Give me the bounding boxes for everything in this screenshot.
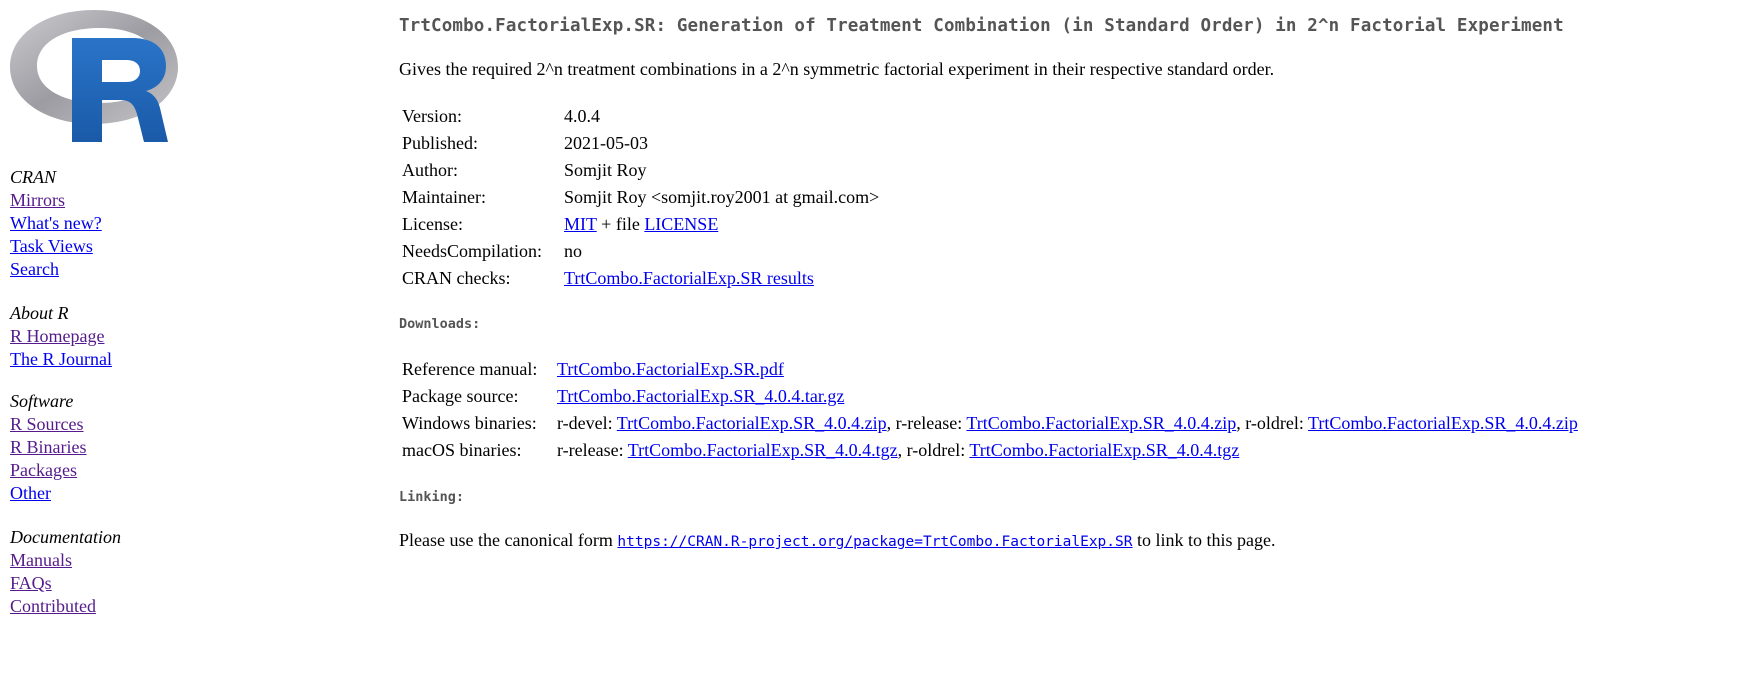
license-mit-link[interactable]: MIT bbox=[564, 214, 597, 234]
windows-release-link[interactable]: TrtCombo.FactorialExp.SR_4.0.4.zip bbox=[966, 413, 1236, 433]
sidebar-heading-documentation: Documentation bbox=[10, 527, 121, 547]
download-row-windows-binaries: Windows binaries: r-devel: TrtCombo.Fact… bbox=[402, 410, 1578, 437]
linking-suffix: to link to this page. bbox=[1132, 530, 1276, 550]
license-mid-text: + file bbox=[596, 214, 645, 234]
license-label: License: bbox=[402, 214, 463, 234]
macos-binaries-label: macOS binaries: bbox=[402, 440, 522, 460]
linking-text: Please use the canonical form https://CR… bbox=[399, 530, 1275, 551]
meta-row-cran-checks: CRAN checks: TrtCombo.FactorialExp.SR re… bbox=[402, 265, 879, 292]
sidebar-heading-about: About R bbox=[10, 303, 69, 323]
sidebar-group-cran: CRAN Mirrors What's new? Task Views Sear… bbox=[10, 166, 102, 281]
cran-checks-label: CRAN checks: bbox=[402, 268, 511, 288]
package-source-label: Package source: bbox=[402, 386, 519, 406]
reference-manual-label: Reference manual: bbox=[402, 359, 538, 379]
sidebar-link-mirrors[interactable]: Mirrors bbox=[10, 189, 102, 212]
sidebar-link-whats-new[interactable]: What's new? bbox=[10, 212, 102, 235]
license-file-link[interactable]: LICENSE bbox=[644, 214, 718, 234]
package-source-value: TrtCombo.FactorialExp.SR_4.0.4.tar.gz bbox=[557, 383, 1578, 410]
windows-oldrel-prefix: , r-oldrel: bbox=[1236, 413, 1309, 433]
sidebar-link-other[interactable]: Other bbox=[10, 482, 87, 505]
needs-compilation-label: NeedsCompilation: bbox=[402, 241, 542, 261]
download-row-macos-binaries: macOS binaries: r-release: TrtCombo.Fact… bbox=[402, 437, 1578, 464]
sidebar-link-r-sources[interactable]: R Sources bbox=[10, 413, 87, 436]
sidebar-link-r-binaries[interactable]: R Binaries bbox=[10, 436, 87, 459]
downloads-table: Reference manual: TrtCombo.FactorialExp.… bbox=[402, 356, 1578, 464]
sidebar-link-search[interactable]: Search bbox=[10, 258, 102, 281]
author-value: Somjit Roy bbox=[564, 160, 647, 180]
windows-binaries-label: Windows binaries: bbox=[402, 413, 537, 433]
package-metadata-table: Version: 4.0.4 Published: 2021-05-03 Aut… bbox=[402, 103, 879, 292]
sidebar-link-faqs[interactable]: FAQs bbox=[10, 572, 121, 595]
package-title: TrtCombo.FactorialExp.SR: Generation of … bbox=[399, 16, 1564, 36]
published-value: 2021-05-03 bbox=[564, 133, 648, 153]
version-value: 4.0.4 bbox=[564, 106, 600, 126]
macos-release-link[interactable]: TrtCombo.FactorialExp.SR_4.0.4.tgz bbox=[628, 440, 898, 460]
sidebar-link-r-journal[interactable]: The R Journal bbox=[10, 348, 112, 371]
sidebar-group-documentation: Documentation Manuals FAQs Contributed bbox=[10, 526, 121, 618]
meta-row-maintainer: Maintainer: Somjit Roy <somjit.roy2001 a… bbox=[402, 184, 879, 211]
r-logo[interactable] bbox=[10, 10, 178, 142]
macos-release-prefix: r-release: bbox=[557, 440, 628, 460]
package-description: Gives the required 2^n treatment combina… bbox=[399, 59, 1275, 79]
macos-binaries-value: r-release: TrtCombo.FactorialExp.SR_4.0.… bbox=[557, 437, 1578, 464]
windows-release-prefix: , r-release: bbox=[886, 413, 967, 433]
sidebar-group-about: About R R Homepage The R Journal bbox=[10, 302, 112, 371]
cran-checks-value: TrtCombo.FactorialExp.SR results bbox=[564, 265, 879, 292]
meta-row-license: License: MIT + file LICENSE bbox=[402, 211, 879, 238]
meta-row-author: Author: Somjit Roy bbox=[402, 157, 879, 184]
linking-prefix: Please use the canonical form bbox=[399, 530, 618, 550]
sidebar-heading-software: Software bbox=[10, 391, 74, 411]
author-label: Author: bbox=[402, 160, 458, 180]
sidebar-link-manuals[interactable]: Manuals bbox=[10, 549, 121, 572]
reference-manual-link[interactable]: TrtCombo.FactorialExp.SR.pdf bbox=[557, 359, 784, 379]
windows-binaries-value: r-devel: TrtCombo.FactorialExp.SR_4.0.4.… bbox=[557, 410, 1578, 437]
version-label: Version: bbox=[402, 106, 462, 126]
sidebar-heading-cran: CRAN bbox=[10, 167, 57, 187]
windows-devel-link[interactable]: TrtCombo.FactorialExp.SR_4.0.4.zip bbox=[617, 413, 887, 433]
meta-row-published: Published: 2021-05-03 bbox=[402, 130, 879, 157]
linking-heading: Linking: bbox=[399, 489, 465, 505]
reference-manual-value: TrtCombo.FactorialExp.SR.pdf bbox=[557, 356, 1578, 383]
maintainer-label: Maintainer: bbox=[402, 187, 486, 207]
meta-row-version: Version: 4.0.4 bbox=[402, 103, 879, 130]
sidebar-link-task-views[interactable]: Task Views bbox=[10, 235, 102, 258]
cran-checks-link[interactable]: TrtCombo.FactorialExp.SR results bbox=[564, 268, 814, 288]
canonical-url-link[interactable]: https://CRAN.R-project.org/package=TrtCo… bbox=[617, 534, 1132, 550]
macos-oldrel-link[interactable]: TrtCombo.FactorialExp.SR_4.0.4.tgz bbox=[969, 440, 1239, 460]
download-row-reference-manual: Reference manual: TrtCombo.FactorialExp.… bbox=[402, 356, 1578, 383]
sidebar-link-packages[interactable]: Packages bbox=[10, 459, 87, 482]
maintainer-value: Somjit Roy <somjit.roy2001 at gmail.com> bbox=[564, 187, 880, 207]
downloads-heading: Downloads: bbox=[399, 316, 481, 332]
license-value: MIT + file LICENSE bbox=[564, 211, 879, 238]
windows-devel-prefix: r-devel: bbox=[557, 413, 617, 433]
macos-oldrel-prefix: , r-oldrel: bbox=[897, 440, 970, 460]
sidebar-group-software: Software R Sources R Binaries Packages O… bbox=[10, 390, 87, 505]
needs-compilation-value: no bbox=[564, 241, 582, 261]
published-label: Published: bbox=[402, 133, 479, 153]
download-row-package-source: Package source: TrtCombo.FactorialExp.SR… bbox=[402, 383, 1578, 410]
windows-oldrel-link[interactable]: TrtCombo.FactorialExp.SR_4.0.4.zip bbox=[1308, 413, 1578, 433]
package-source-link[interactable]: TrtCombo.FactorialExp.SR_4.0.4.tar.gz bbox=[557, 386, 844, 406]
sidebar-link-contributed[interactable]: Contributed bbox=[10, 595, 121, 618]
sidebar: CRAN Mirrors What's new? Task Views Sear… bbox=[10, 10, 260, 616]
meta-row-needs-compilation: NeedsCompilation: no bbox=[402, 238, 879, 265]
sidebar-link-r-homepage[interactable]: R Homepage bbox=[10, 325, 112, 348]
